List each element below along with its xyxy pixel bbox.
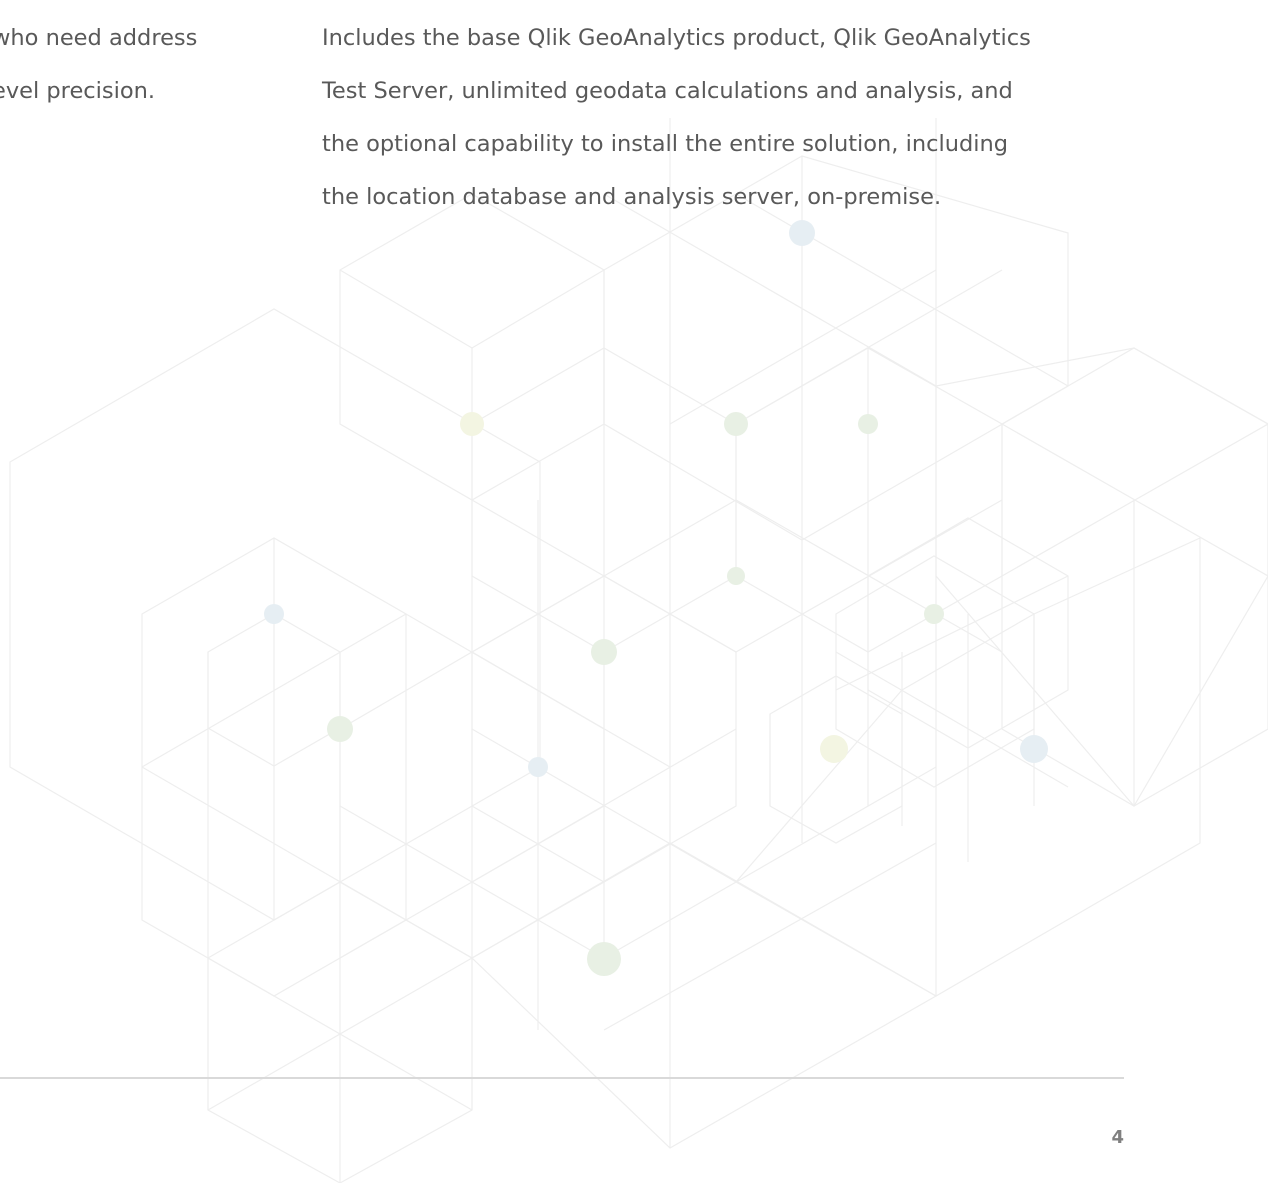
pattern-node [460,412,484,436]
pattern-node [1020,735,1048,763]
pattern-node [727,567,745,585]
right-column-text: Includes the base Qlik GeoAnalytics prod… [322,12,1031,224]
pattern-node [724,412,748,436]
left-column-text: who need address evel precision. [0,12,197,118]
pattern-node [587,942,621,976]
pattern-node [327,716,353,742]
pattern-lines [9,118,1268,1183]
pattern-node [924,604,944,624]
page-number: 4 [1111,1127,1124,1148]
left-column-line: evel precision. [0,78,156,104]
footer-divider [0,1077,1124,1079]
pattern-node [528,757,548,777]
pattern-node [858,414,878,434]
right-column-line: the location database and analysis serve… [322,184,942,210]
pattern-nodes [264,220,1048,976]
right-column-line: Includes the base Qlik GeoAnalytics prod… [322,25,1031,51]
right-column-line: Test Server, unlimited geodata calculati… [322,78,1013,104]
left-column-line: who need address [0,25,198,51]
right-column-line: the optional capability to install the e… [322,131,1009,157]
pattern-node [820,735,848,763]
document-page: who need address evel precision. Include… [0,0,1268,1183]
pattern-node [591,639,617,665]
pattern-node [264,604,284,624]
